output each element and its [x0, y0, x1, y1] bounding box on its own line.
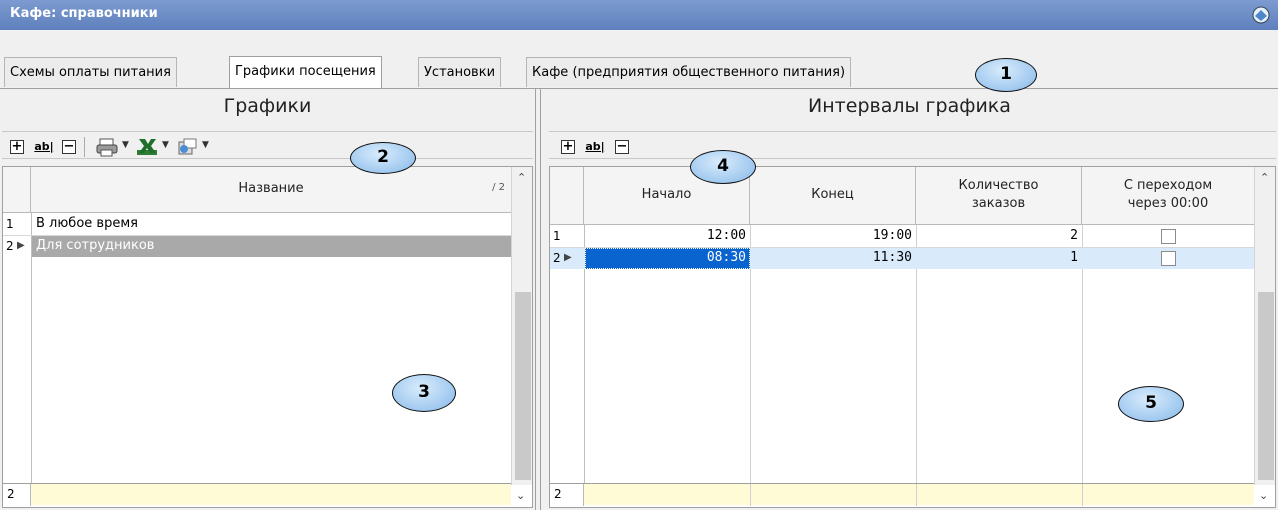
interval-end[interactable]: 19:00 — [750, 228, 912, 243]
delete-button[interactable]: − — [62, 140, 76, 154]
record-count: / 2 — [492, 182, 505, 193]
intervals-panel: Интервалы графика + ab| − Начало Конец К… — [541, 89, 1278, 510]
row-header-corner — [550, 167, 584, 225]
row-pointer-icon: ▶ — [17, 240, 25, 251]
export-icon[interactable] — [176, 137, 198, 157]
tab-cafes[interactable]: Кафе (предприятия общественного питания) — [526, 57, 852, 87]
footer-count: 2 — [554, 487, 562, 501]
column-header-end[interactable]: Конец — [750, 167, 916, 225]
printer-icon[interactable] — [96, 137, 118, 157]
add-interval-button[interactable]: + — [561, 140, 575, 154]
panel-title: Графики — [223, 95, 312, 117]
interval-start[interactable]: 12:00 — [584, 228, 746, 243]
scroll-up-icon[interactable]: ⌃ — [1260, 171, 1269, 184]
callout-4: 4 — [690, 150, 756, 184]
schedules-panel: Графики + ab| − ▼ ▼ ▼ Название / 2 1 В л… — [0, 89, 535, 510]
column-header-orders[interactable]: Количество заказов — [916, 167, 1082, 225]
add-button[interactable]: + — [10, 140, 24, 154]
scroll-down-icon[interactable]: ⌄ — [516, 489, 525, 502]
interval-orders[interactable]: 1 — [916, 250, 1078, 265]
callout-5: 5 — [1118, 386, 1184, 422]
intervals-toolbar: + ab| − — [549, 131, 1276, 159]
column-label: Начало — [641, 187, 692, 202]
edit-interval-button[interactable]: ab| — [583, 139, 607, 156]
tab-strip: Схемы оплаты питания Графики посещения У… — [0, 30, 1278, 89]
column-label: через 00:00 — [1127, 196, 1209, 211]
schedule-name: В любое время — [36, 216, 138, 231]
scroll-up-icon[interactable]: ⌃ — [517, 171, 526, 184]
tab-visit-schedules[interactable]: Графики посещения — [229, 56, 382, 89]
callout-1: 1 — [975, 58, 1037, 92]
print-dropdown-icon[interactable]: ▼ — [122, 140, 129, 150]
table-row-selected[interactable]: 2 ▶ 08:30 11:30 1 — [550, 248, 1255, 269]
interval-orders[interactable]: 2 — [916, 228, 1078, 243]
excel-icon[interactable] — [136, 137, 158, 157]
table-row-selected[interactable]: 2 ▶ Для сотрудников — [3, 236, 512, 257]
tab-label: Графики посещения — [235, 64, 376, 79]
column-header-midnight[interactable]: С переходом через 00:00 — [1082, 167, 1255, 225]
window-title: Кафе: справочники — [10, 6, 158, 21]
row-number: 1 — [553, 229, 561, 243]
tab-settings[interactable]: Установки — [418, 57, 502, 87]
app-icon[interactable] — [1250, 4, 1272, 26]
tab-label: Кафе (предприятия общественного питания) — [532, 65, 846, 80]
table-row[interactable]: 1 В любое время — [3, 214, 512, 235]
footer-count: 2 — [7, 487, 15, 501]
scrollbar-thumb[interactable] — [1258, 292, 1274, 480]
column-label: заказов — [971, 196, 1026, 211]
tab-label: Схемы оплаты питания — [10, 65, 171, 80]
table-row[interactable]: 1 12:00 19:00 2 — [550, 226, 1255, 247]
column-divider — [916, 484, 917, 506]
scrollbar-thumb[interactable] — [515, 292, 531, 480]
midnight-checkbox[interactable] — [1161, 229, 1176, 244]
column-label: Количество — [958, 178, 1039, 193]
row-number: 1 — [6, 217, 14, 231]
callout-3: 3 — [392, 374, 456, 412]
interval-end[interactable]: 11:30 — [750, 250, 912, 265]
vertical-scrollbar[interactable]: ⌃ — [1254, 167, 1275, 485]
panel-title: Интервалы графика — [808, 95, 1011, 117]
edit-button[interactable]: ab| — [32, 139, 56, 156]
column-label: С переходом — [1123, 178, 1213, 193]
excel-dropdown-icon[interactable]: ▼ — [162, 140, 169, 150]
schedules-grid: Название / 2 1 В любое время 2 ▶ Для сот… — [2, 166, 533, 508]
scroll-down-icon[interactable]: ⌄ — [1259, 489, 1268, 502]
interval-start[interactable]: 08:30 — [584, 250, 746, 265]
vertical-scrollbar[interactable]: ⌃ — [511, 167, 532, 485]
delete-interval-button[interactable]: − — [615, 140, 629, 154]
export-dropdown-icon[interactable]: ▼ — [202, 140, 209, 150]
column-header-name[interactable]: Название / 2 — [31, 167, 512, 213]
tab-payment-schemes[interactable]: Схемы оплаты питания — [4, 57, 177, 87]
column-label: Конец — [811, 187, 854, 202]
schedules-toolbar: + ab| − ▼ ▼ ▼ — [2, 131, 533, 159]
column-divider — [750, 484, 751, 506]
row-pointer-icon: ▶ — [564, 252, 572, 263]
schedule-name: Для сотрудников — [36, 238, 155, 253]
grid-footer: 2 — [3, 483, 511, 506]
intervals-grid: Начало Конец Количество заказов С перехо… — [549, 166, 1276, 508]
title-bar: Кафе: справочники — [0, 0, 1278, 30]
toolbar-separator — [84, 137, 85, 157]
midnight-checkbox[interactable] — [1161, 251, 1176, 266]
row-header-corner — [3, 167, 31, 213]
column-label: Название — [238, 181, 304, 196]
grid-footer: 2 — [550, 483, 1254, 506]
callout-2: 2 — [350, 142, 416, 174]
column-divider — [1082, 484, 1083, 506]
tab-label: Установки — [424, 65, 496, 80]
